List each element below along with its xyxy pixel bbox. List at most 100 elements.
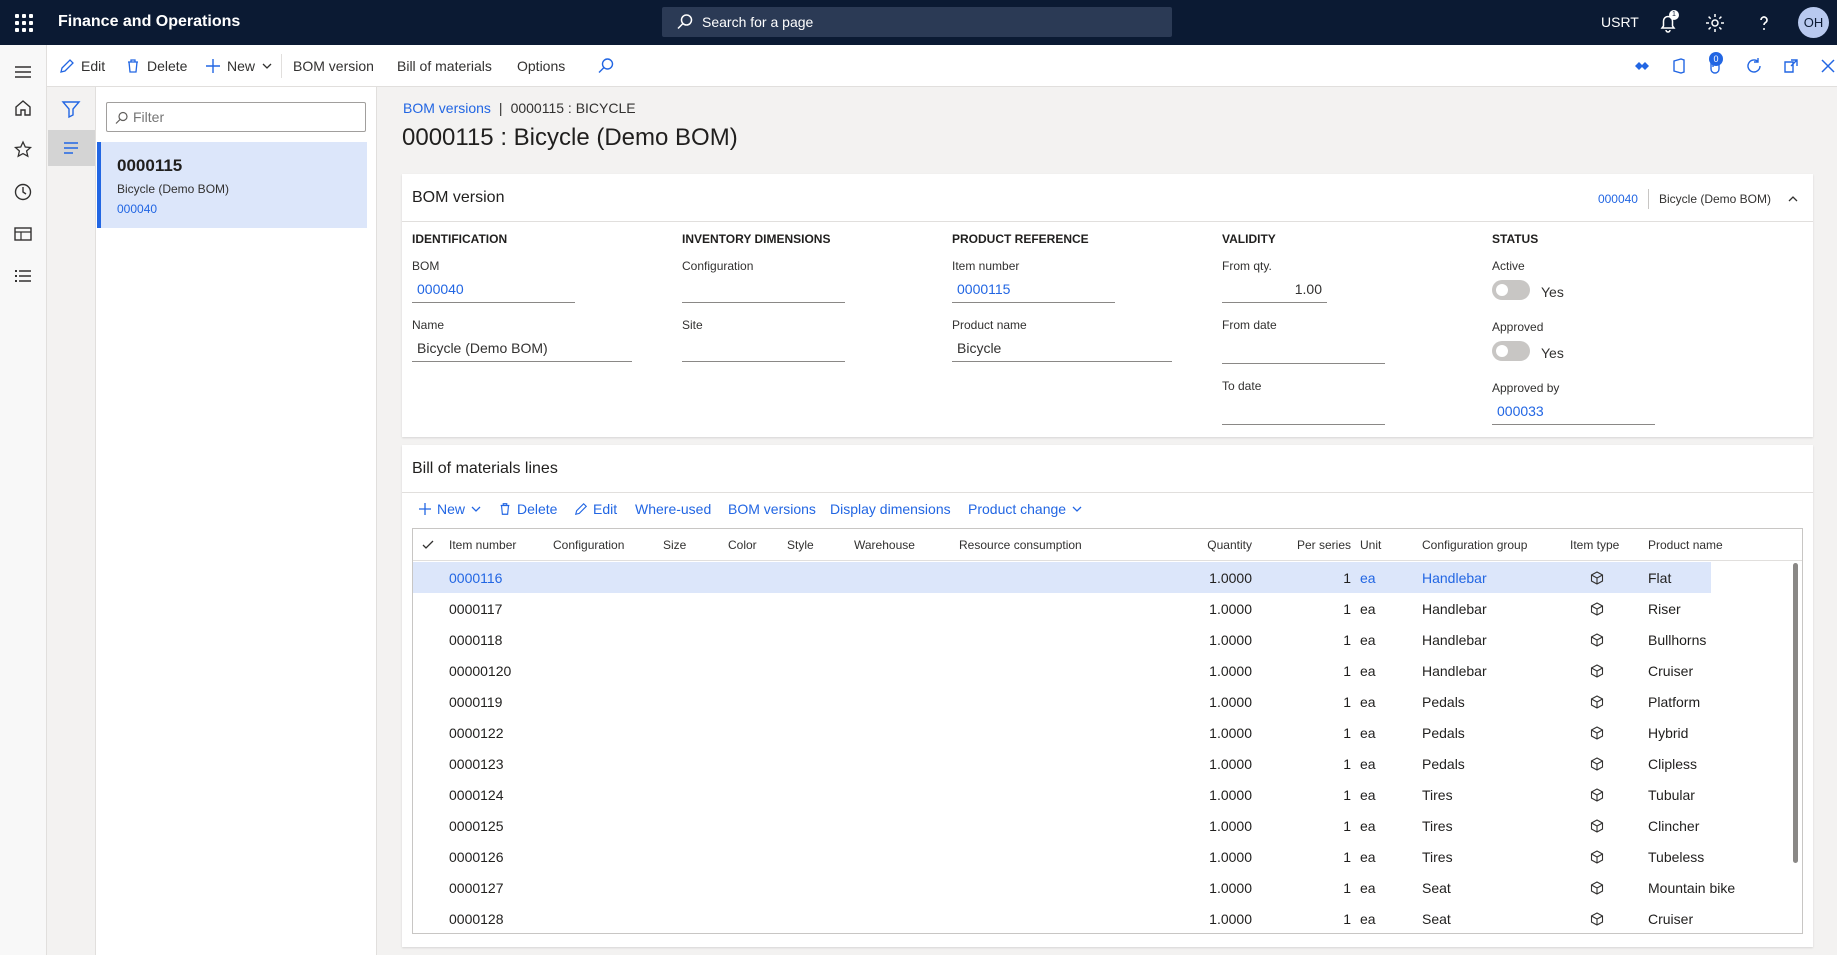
cell-item-number[interactable]: 0000119 xyxy=(449,694,502,710)
search-icon[interactable] xyxy=(597,57,615,75)
cell-configuration-group[interactable]: Tires xyxy=(1422,787,1453,803)
table-row[interactable]: 0000126 1.0000 1 ea Tires Tubeless xyxy=(413,841,1711,872)
office-icon[interactable] xyxy=(1670,57,1688,75)
cell-item-number[interactable]: 0000123 xyxy=(449,756,504,772)
summary-bom-link[interactable]: 000040 xyxy=(1598,192,1638,206)
from-date-field[interactable] xyxy=(1222,338,1385,364)
clock-icon[interactable] xyxy=(12,181,34,203)
bom-versions-button[interactable]: BOM versions xyxy=(728,501,816,517)
col-item-number[interactable]: Item number xyxy=(449,538,516,552)
name-field[interactable]: Bicycle (Demo BOM) xyxy=(412,336,632,362)
line-new-button[interactable]: New xyxy=(418,501,482,517)
cell-item-number[interactable]: 00000120 xyxy=(449,663,511,679)
grid-scrollbar[interactable] xyxy=(1793,563,1798,863)
bom-lines-header[interactable]: Bill of materials lines xyxy=(402,445,1813,493)
table-row[interactable]: 00000120 1.0000 1 ea Handlebar Cruiser xyxy=(413,655,1711,686)
site-field[interactable] xyxy=(682,336,845,362)
refresh-icon[interactable] xyxy=(1745,57,1763,75)
bom-version-menu[interactable]: BOM version xyxy=(293,58,374,74)
open-new-window-icon[interactable] xyxy=(1782,57,1800,75)
company-picker[interactable]: USRT xyxy=(1601,14,1639,30)
table-row[interactable]: 0000117 1.0000 1 ea Handlebar Riser xyxy=(413,593,1711,624)
col-configuration-group[interactable]: Configuration group xyxy=(1422,538,1527,552)
item-number-field[interactable]: 0000115 xyxy=(952,277,1115,303)
list-view-button[interactable] xyxy=(48,130,95,166)
col-warehouse[interactable]: Warehouse xyxy=(854,538,915,552)
cell-item-number[interactable]: 0000117 xyxy=(449,601,502,617)
bom-field[interactable]: 000040 xyxy=(412,277,575,303)
cell-configuration-group[interactable]: Pedals xyxy=(1422,725,1465,741)
line-delete-button[interactable]: Delete xyxy=(498,501,557,517)
cell-configuration-group[interactable]: Handlebar xyxy=(1422,663,1487,679)
line-edit-button[interactable]: Edit xyxy=(574,501,617,517)
table-row[interactable]: 0000128 1.0000 1 ea Seat Cruiser xyxy=(413,903,1711,933)
col-item-type[interactable]: Item type xyxy=(1570,538,1619,552)
app-title[interactable]: Finance and Operations xyxy=(58,13,240,31)
table-row[interactable]: 0000119 1.0000 1 ea Pedals Platform xyxy=(413,686,1711,717)
table-row[interactable]: 0000122 1.0000 1 ea Pedals Hybrid xyxy=(413,717,1711,748)
col-color[interactable]: Color xyxy=(728,538,757,552)
close-icon[interactable] xyxy=(1819,57,1837,75)
bom-version-header[interactable]: BOM version 000040 Bicycle (Demo BOM) xyxy=(402,174,1813,222)
workspace-icon[interactable] xyxy=(12,223,34,245)
col-configuration[interactable]: Configuration xyxy=(553,538,624,552)
hamburger-icon[interactable] xyxy=(12,61,34,83)
col-size[interactable]: Size xyxy=(663,538,686,552)
options-menu[interactable]: Options xyxy=(517,58,565,74)
list-item-link[interactable]: 000040 xyxy=(117,202,157,216)
cell-configuration-group[interactable]: Tires xyxy=(1422,818,1453,834)
cell-configuration-group[interactable]: Handlebar xyxy=(1422,570,1487,586)
star-icon[interactable] xyxy=(12,139,34,161)
help-icon[interactable] xyxy=(1752,11,1776,35)
search-box[interactable]: Search for a page xyxy=(662,7,1172,37)
new-button[interactable]: New xyxy=(205,58,273,74)
cell-item-number[interactable]: 0000124 xyxy=(449,787,504,803)
cell-configuration-group[interactable]: Seat xyxy=(1422,911,1451,927)
breadcrumb-link[interactable]: BOM versions xyxy=(403,100,491,116)
bill-of-materials-menu[interactable]: Bill of materials xyxy=(397,58,492,74)
gear-icon[interactable] xyxy=(1703,11,1727,35)
avatar[interactable]: OH xyxy=(1798,7,1829,38)
cell-configuration-group[interactable]: Handlebar xyxy=(1422,601,1487,617)
col-unit[interactable]: Unit xyxy=(1360,538,1381,552)
display-dimensions-button[interactable]: Display dimensions xyxy=(830,501,951,517)
cell-configuration-group[interactable]: Handlebar xyxy=(1422,632,1487,648)
approved-toggle[interactable] xyxy=(1492,341,1530,361)
where-used-button[interactable]: Where-used xyxy=(635,501,711,517)
cell-item-number[interactable]: 0000122 xyxy=(449,725,504,741)
table-row[interactable]: 0000127 1.0000 1 ea Seat Mountain bike xyxy=(413,872,1735,903)
cell-item-number[interactable]: 0000127 xyxy=(449,880,504,896)
table-row[interactable]: 0000118 1.0000 1 ea Handlebar Bullhorns xyxy=(413,624,1711,655)
configuration-field[interactable] xyxy=(682,277,845,303)
list-icon[interactable] xyxy=(12,265,34,287)
active-toggle[interactable] xyxy=(1492,280,1530,300)
waffle-icon[interactable] xyxy=(12,11,36,35)
filter-input-box[interactable] xyxy=(106,102,366,132)
filter-icon[interactable] xyxy=(59,97,83,121)
cell-item-number[interactable]: 0000128 xyxy=(449,911,504,927)
cell-configuration-group[interactable]: Seat xyxy=(1422,880,1451,896)
delete-button[interactable]: Delete xyxy=(125,58,187,74)
filter-input[interactable] xyxy=(133,107,358,127)
to-date-field[interactable] xyxy=(1222,399,1385,425)
cell-item-number[interactable]: 0000116 xyxy=(449,570,502,586)
col-style[interactable]: Style xyxy=(787,538,814,552)
checkmark-icon[interactable] xyxy=(421,538,435,552)
cell-item-number[interactable]: 0000118 xyxy=(449,632,502,648)
col-resource-consumption[interactable]: Resource consumption xyxy=(959,538,1082,552)
table-row[interactable]: 0000123 1.0000 1 ea Pedals Clipless xyxy=(413,748,1711,779)
cell-item-number[interactable]: 0000126 xyxy=(449,849,504,865)
from-qty-field[interactable]: 1.00 xyxy=(1222,277,1327,303)
list-item[interactable]: 0000115 Bicycle (Demo BOM) 000040 xyxy=(97,142,367,228)
col-product-name[interactable]: Product name xyxy=(1648,538,1723,552)
table-row[interactable]: 0000125 1.0000 1 ea Tires Clincher xyxy=(413,810,1711,841)
product-name-field[interactable]: Bicycle xyxy=(952,336,1172,362)
col-quantity[interactable]: Quantity xyxy=(1153,538,1252,552)
home-icon[interactable] xyxy=(12,97,34,119)
power-apps-icon[interactable] xyxy=(1633,57,1651,75)
col-per-series[interactable]: Per series xyxy=(1263,538,1351,552)
chevron-up-icon[interactable] xyxy=(1787,193,1799,205)
cell-configuration-group[interactable]: Pedals xyxy=(1422,756,1465,772)
edit-button[interactable]: Edit xyxy=(59,58,105,74)
cell-configuration-group[interactable]: Tires xyxy=(1422,849,1453,865)
